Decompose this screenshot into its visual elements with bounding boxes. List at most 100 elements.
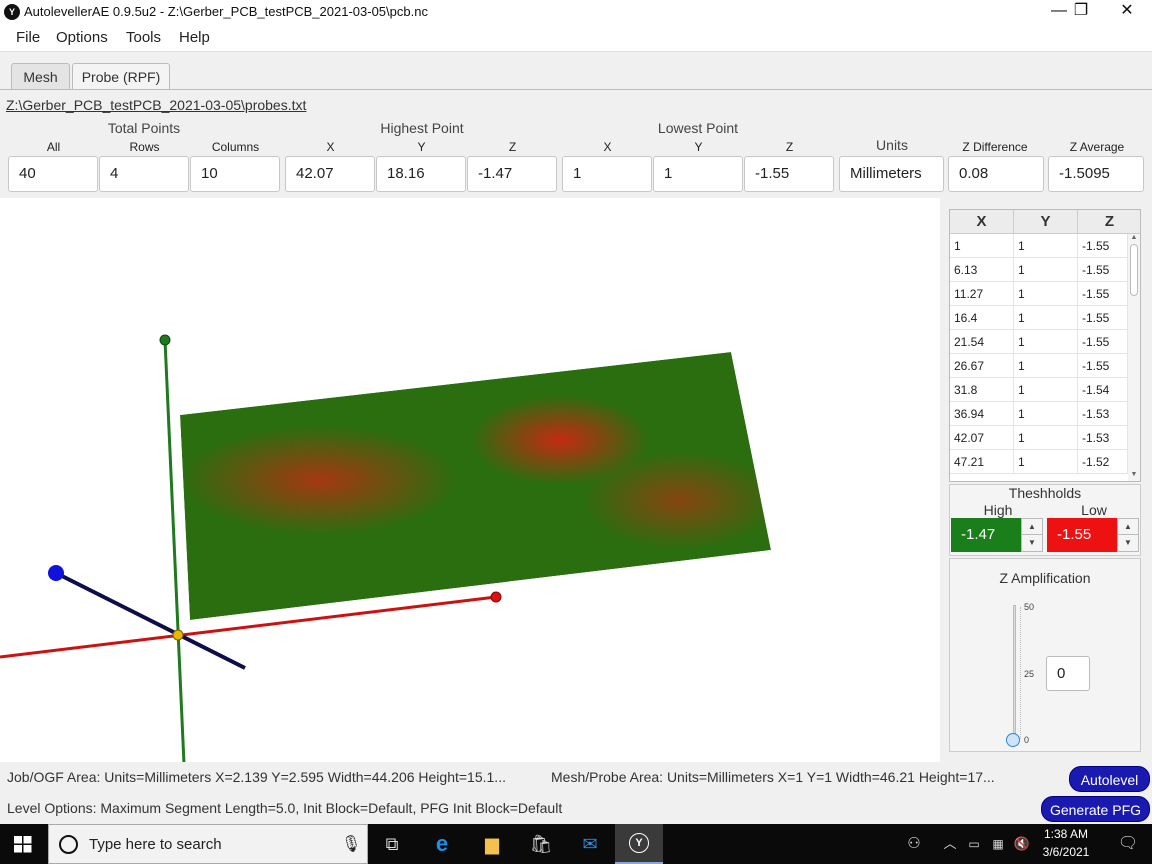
probe-cell-z: -1.53: [1078, 402, 1128, 426]
probe-table-row[interactable]: 36.94 1 -1.53: [950, 402, 1128, 426]
z-amplification-panel: Z Amplification 50 25 0 0: [949, 558, 1141, 752]
taskbar-search-box[interactable]: Type here to search 🎙: [48, 824, 368, 864]
probe-file-path[interactable]: Z:\Gerber_PCB_testPCB_2021-03-05\probes.…: [6, 97, 306, 113]
col-label-rows: Rows: [129, 140, 160, 154]
file-explorer-icon[interactable]: ▆: [468, 824, 516, 864]
slider-tick-50: 50: [1024, 602, 1035, 612]
menu-help[interactable]: Help: [179, 29, 210, 46]
units-header: Units: [876, 137, 908, 153]
z-amplification-input[interactable]: 0: [1046, 656, 1090, 691]
slider-tick-0: 0: [1024, 735, 1030, 745]
units-field[interactable]: Millimeters: [839, 156, 944, 192]
all-points-field[interactable]: 40: [8, 156, 98, 192]
probe-cell-x: 21.54: [950, 330, 1014, 354]
store-bag-icon[interactable]: 🛍: [517, 824, 565, 864]
probe-table-row[interactable]: 42.07 1 -1.53: [950, 426, 1128, 450]
columns-field[interactable]: 10: [190, 156, 280, 192]
threshold-low-input[interactable]: -1.55: [1047, 518, 1117, 552]
volume-muted-icon[interactable]: 🔇: [1010, 824, 1034, 864]
network-icon[interactable]: ▦: [986, 824, 1010, 864]
task-view-icon[interactable]: ⧉: [368, 824, 416, 864]
autolevel-button[interactable]: Autolevel: [1069, 766, 1150, 792]
probe-table-header-x[interactable]: X: [950, 210, 1014, 234]
probe-cell-y: 1: [1014, 258, 1078, 282]
probe-cell-z: -1.55: [1078, 354, 1128, 378]
col-label-columns: Columns: [211, 140, 260, 154]
probe-table-row[interactable]: 26.67 1 -1.55: [950, 354, 1128, 378]
probe-table-scrollbar[interactable]: ▲ ▼: [1128, 234, 1140, 481]
decrement-icon[interactable]: ▼: [1118, 535, 1138, 551]
3d-mesh-viewport[interactable]: [0, 198, 940, 765]
probe-table-row[interactable]: 6.13 1 -1.55: [950, 258, 1128, 282]
probe-table-row[interactable]: 16.4 1 -1.55: [950, 306, 1128, 330]
people-icon[interactable]: ⚇: [892, 824, 936, 864]
probe-table-row[interactable]: 1 1 -1.55: [950, 234, 1128, 258]
highest-y-field[interactable]: 18.16: [376, 156, 466, 192]
z-amplification-slider-track[interactable]: [1013, 605, 1016, 739]
mail-icon[interactable]: ✉: [566, 824, 614, 864]
probe-table-row[interactable]: 21.54 1 -1.55: [950, 330, 1128, 354]
menu-file[interactable]: File: [16, 29, 40, 46]
probe-table-header-z[interactable]: Z: [1078, 210, 1140, 234]
autoleveller-taskbar-button[interactable]: Y: [615, 824, 663, 864]
threshold-low-spinner[interactable]: ▲ ▼: [1117, 518, 1139, 552]
col-label-high-x: X: [326, 140, 335, 154]
probe-cell-z: -1.55: [1078, 234, 1128, 258]
taskbar-clock-date[interactable]: 3/6/2021: [1038, 845, 1094, 859]
probe-cell-x: 11.27: [950, 282, 1014, 306]
generate-pfg-button[interactable]: Generate PFG: [1041, 796, 1150, 822]
highest-z-field[interactable]: -1.47: [467, 156, 557, 192]
probe-cell-y: 1: [1014, 426, 1078, 450]
battery-icon[interactable]: ▭: [962, 824, 986, 864]
threshold-high-spinner[interactable]: ▲ ▼: [1021, 518, 1043, 552]
y-axis-end-marker: [159, 334, 171, 346]
probe-table-row[interactable]: 47.21 1 -1.52: [950, 450, 1128, 474]
menu-tools[interactable]: Tools: [126, 29, 161, 46]
edge-browser-icon[interactable]: e: [418, 824, 466, 864]
close-button[interactable]: ✕: [1104, 0, 1150, 24]
probe-cell-x: 36.94: [950, 402, 1014, 426]
probe-cell-z: -1.55: [1078, 306, 1128, 330]
y-axis-line: [163, 339, 186, 765]
increment-icon[interactable]: ▲: [1118, 519, 1138, 535]
thresholds-panel: Theshholds High Low -1.47 ▲ ▼ -1.55 ▲ ▼: [949, 484, 1141, 556]
tab-probe-rpf[interactable]: Probe (RPF): [72, 63, 170, 90]
probe-table-row[interactable]: 11.27 1 -1.55: [950, 282, 1128, 306]
threshold-low-label: Low: [1081, 502, 1107, 518]
mesh-area-status: Mesh/Probe Area: Units=Millimeters X=1 Y…: [551, 769, 995, 785]
action-center-icon[interactable]: 🗨: [1104, 824, 1152, 864]
lowest-point-header: Lowest Point: [657, 120, 739, 136]
decrement-icon[interactable]: ▼: [1022, 535, 1042, 551]
probe-points-table[interactable]: X Y Z 1 1 -1.55 6.13 1 -1.55 11.27 1 -1.55 16.4 1-…: [949, 209, 1141, 482]
windows-start-icon[interactable]: [14, 836, 32, 853]
scroll-up-icon[interactable]: ▲: [1129, 234, 1139, 244]
probe-cell-y: 1: [1014, 330, 1078, 354]
probe-table-scroll-thumb[interactable]: [1130, 244, 1138, 296]
probe-cell-x: 1: [950, 234, 1014, 258]
taskbar-clock-time[interactable]: 1:38 AM: [1038, 827, 1094, 841]
lowest-z-field[interactable]: -1.55: [744, 156, 834, 192]
probe-table-header-y[interactable]: Y: [1014, 210, 1078, 234]
threshold-high-input[interactable]: -1.47: [951, 518, 1021, 552]
lowest-y-field[interactable]: 1: [653, 156, 743, 192]
increment-icon[interactable]: ▲: [1022, 519, 1042, 535]
window-title: AutolevellerAE 0.9.5u2 - Z:\Gerber_PCB_t…: [24, 4, 428, 19]
lowest-x-field[interactable]: 1: [562, 156, 652, 192]
z-difference-field[interactable]: 0.08: [948, 156, 1044, 192]
microphone-icon[interactable]: 🎙: [341, 834, 361, 854]
highest-x-field[interactable]: 42.07: [285, 156, 375, 192]
probe-cell-x: 26.67: [950, 354, 1014, 378]
tab-mesh[interactable]: Mesh: [11, 63, 70, 90]
probe-cell-y: 1: [1014, 378, 1078, 402]
probe-table-row[interactable]: 31.8 1 -1.54: [950, 378, 1128, 402]
slider-tick-25: 25: [1024, 669, 1035, 679]
scroll-down-icon[interactable]: ▼: [1129, 471, 1139, 481]
maximize-button[interactable]: ❐: [1058, 0, 1104, 24]
menu-options[interactable]: Options: [56, 29, 108, 46]
z-average-field[interactable]: -1.5095: [1048, 156, 1144, 192]
probe-cell-y: 1: [1014, 402, 1078, 426]
probe-cell-y: 1: [1014, 450, 1078, 474]
rows-field[interactable]: 4: [99, 156, 189, 192]
z-amplification-slider-thumb[interactable]: [1006, 733, 1020, 747]
show-hidden-icons-chevron-icon[interactable]: ︿: [938, 824, 962, 864]
